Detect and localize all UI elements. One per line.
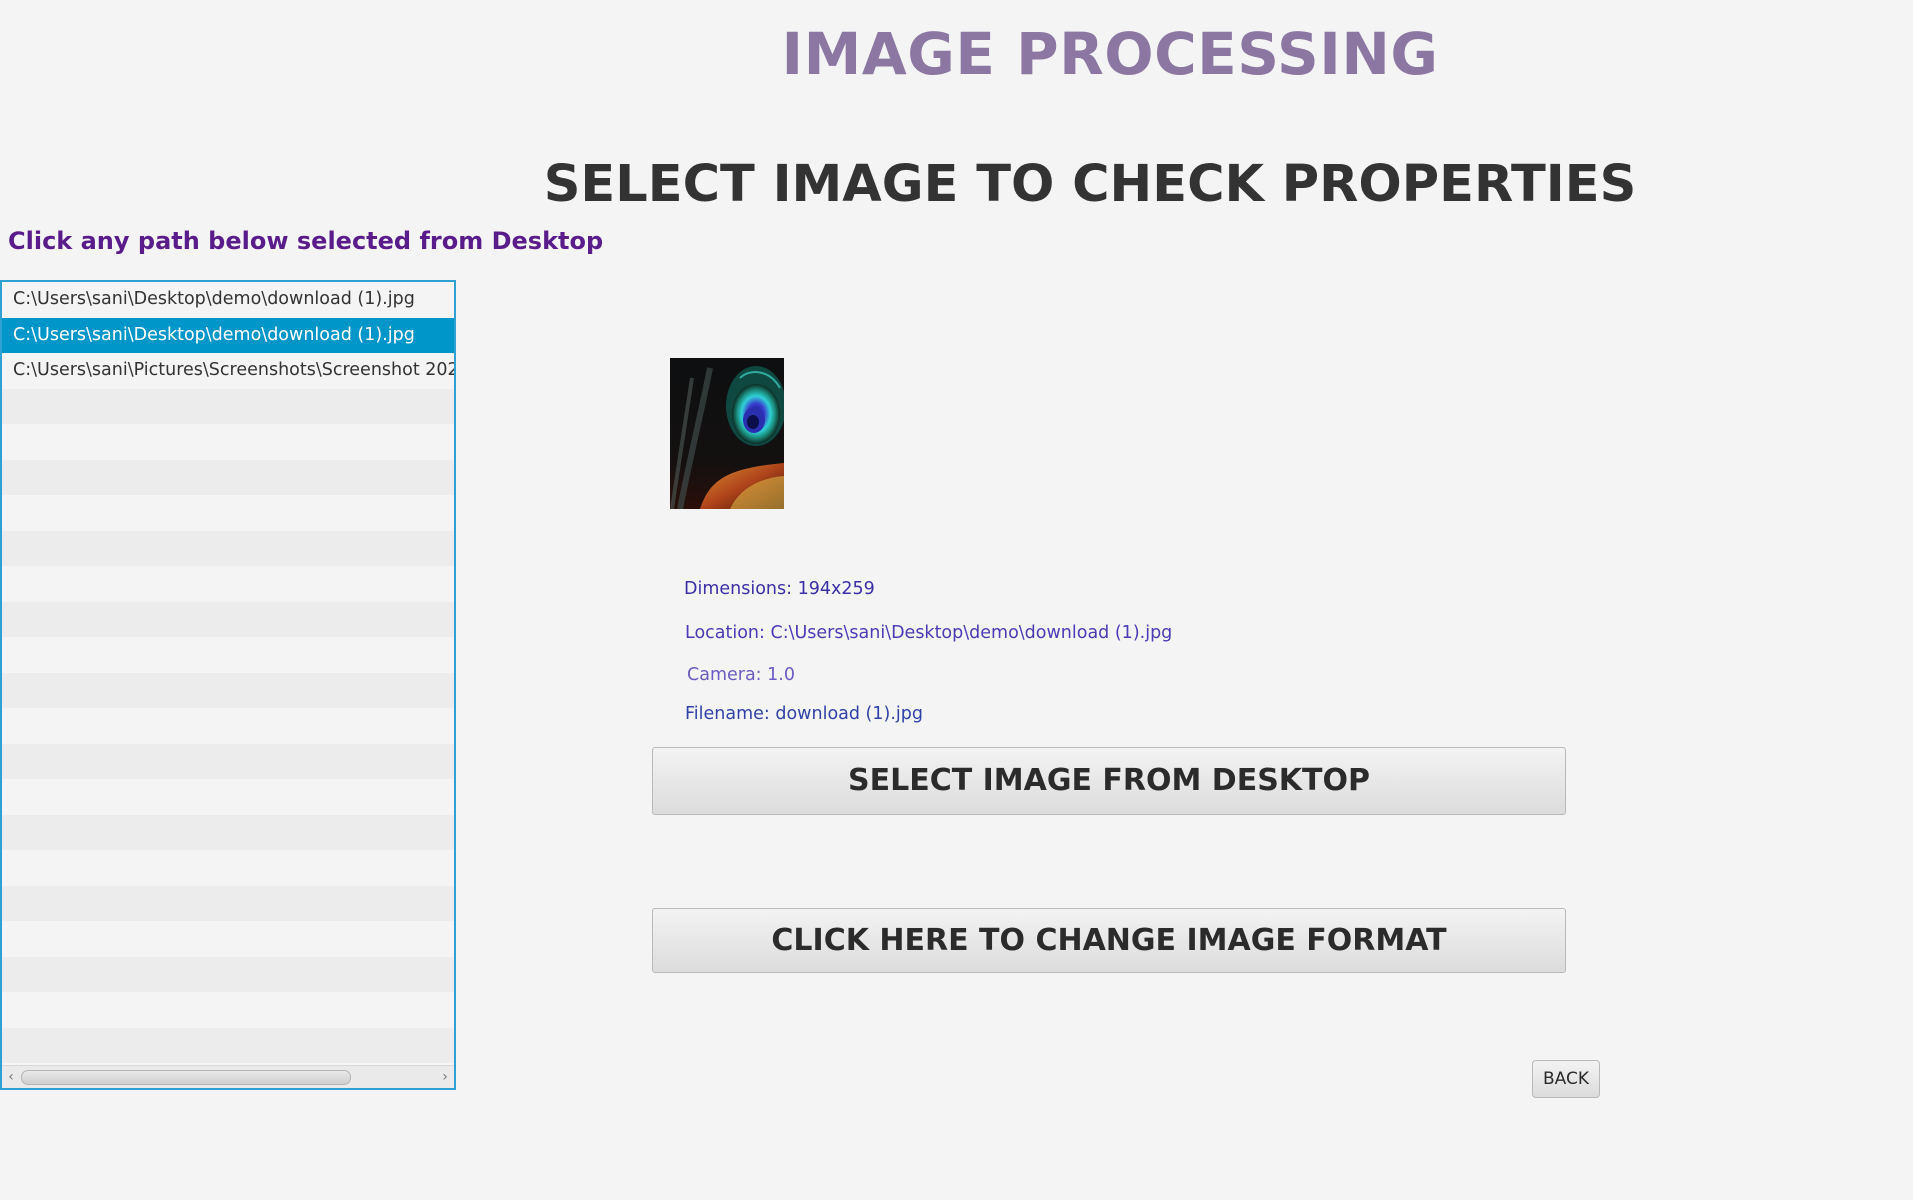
select-image-button[interactable]: SELECT IMAGE FROM DESKTOP (652, 747, 1566, 815)
image-thumbnail (670, 358, 784, 509)
list-item-empty (2, 495, 454, 531)
list-item-empty (2, 885, 454, 921)
horizontal-scrollbar[interactable]: ‹ › (2, 1065, 454, 1088)
list-item-empty (2, 956, 454, 992)
filename-label: Filename: download (1).jpg (685, 704, 923, 724)
list-item-empty (2, 743, 454, 779)
list-item-empty (2, 601, 454, 637)
list-item-empty (2, 921, 454, 957)
list-item-empty (2, 672, 454, 708)
list-item-empty (2, 779, 454, 815)
camera-label: Camera: 1.0 (687, 665, 795, 685)
file-path-list[interactable]: C:\Users\sani\Desktop\demo\download (1).… (0, 280, 456, 1090)
chevron-left-icon[interactable]: ‹ (2, 1066, 20, 1088)
scrollbar-thumb[interactable] (21, 1070, 351, 1085)
list-item-empty (2, 708, 454, 744)
list-item-empty (2, 530, 454, 566)
list-item-empty (2, 388, 454, 424)
list-item-empty (2, 566, 454, 602)
chevron-right-icon[interactable]: › (436, 1066, 454, 1088)
list-item-empty (2, 1027, 454, 1063)
list-item-empty (2, 992, 454, 1028)
list-item[interactable]: C:\Users\sani\Pictures\Screenshots\Scree… (2, 353, 454, 389)
app-title: IMAGE PROCESSING (781, 20, 1439, 88)
list-item-empty (2, 637, 454, 673)
list-item[interactable]: C:\Users\sani\Desktop\demo\download (1).… (2, 282, 454, 318)
dimensions-label: Dimensions: 194x259 (684, 579, 875, 599)
list-item-empty (2, 459, 454, 495)
list-item-empty (2, 850, 454, 886)
file-list-caption: Click any path below selected from Deskt… (8, 227, 604, 255)
section-title: SELECT IMAGE TO CHECK PROPERTIES (543, 155, 1637, 214)
peacock-feather-icon (670, 358, 784, 509)
list-item[interactable]: C:\Users\sani\Desktop\demo\download (1).… (2, 317, 454, 353)
list-item-empty (2, 424, 454, 460)
change-format-button[interactable]: CLICK HERE TO CHANGE IMAGE FORMAT (652, 908, 1566, 973)
back-button[interactable]: BACK (1532, 1060, 1600, 1098)
list-item-empty (2, 814, 454, 850)
file-list-rows: C:\Users\sani\Desktop\demo\download (1).… (2, 282, 454, 1066)
location-label: Location: C:\Users\sani\Desktop\demo\dow… (685, 623, 1173, 643)
